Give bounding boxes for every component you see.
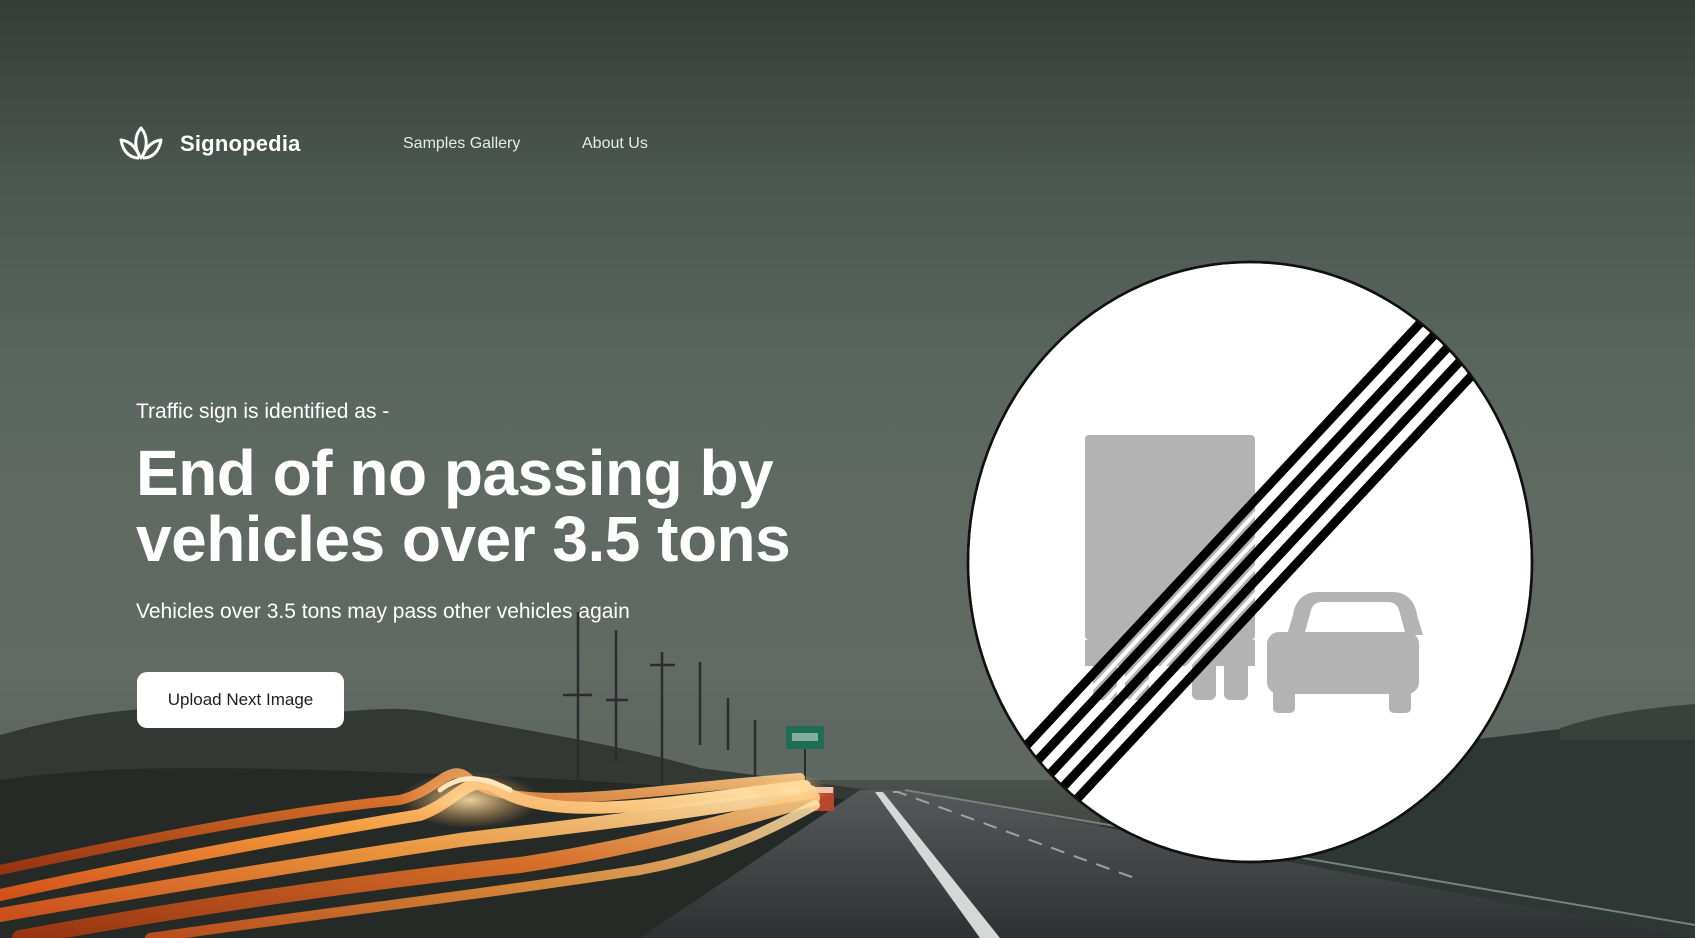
upload-next-image-button[interactable]: Upload Next Image: [137, 672, 344, 728]
page: Signopedia Samples Gallery About Us Traf…: [0, 0, 1695, 938]
nav-about-us[interactable]: About Us: [582, 135, 648, 153]
lotus-icon[interactable]: [118, 125, 164, 163]
end-of-no-passing-trucks-sign-icon: [966, 260, 1534, 864]
sign-title: End of no passing by vehicles over 3.5 t…: [136, 437, 791, 575]
nav-samples-gallery[interactable]: Samples Gallery: [403, 135, 520, 153]
brand-name[interactable]: Signopedia: [180, 131, 301, 157]
sign-description: Vehicles over 3.5 tons may pass other ve…: [136, 600, 630, 623]
top-nav: Signopedia Samples Gallery About Us: [118, 124, 648, 164]
hero-section: Traffic sign is identified as - End of n…: [136, 400, 896, 624]
result-eyebrow: Traffic sign is identified as -: [136, 400, 390, 423]
